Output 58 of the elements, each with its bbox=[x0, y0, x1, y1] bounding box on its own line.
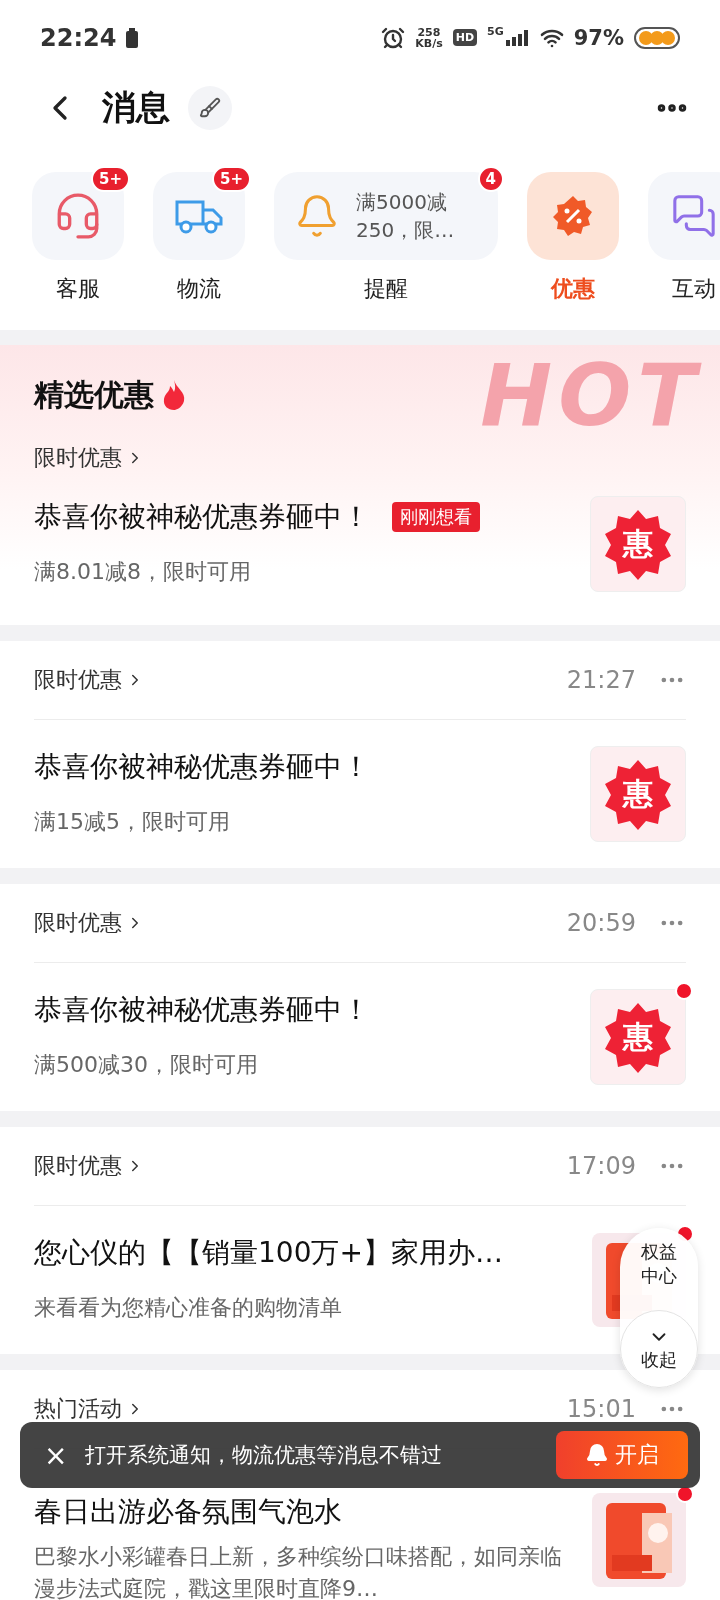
collapse-button[interactable]: 收起 bbox=[620, 1310, 698, 1388]
signal-icon bbox=[505, 29, 530, 46]
network-speed: 258 KB/s bbox=[415, 26, 443, 49]
battery-icon bbox=[126, 27, 139, 48]
count-badge: 5+ bbox=[212, 166, 251, 192]
benefits-label: 权益中心 bbox=[640, 1240, 678, 1288]
category-link[interactable]: 限时优惠 bbox=[34, 908, 144, 938]
network-label: 5G bbox=[487, 25, 504, 38]
category-link[interactable]: 限时优惠 bbox=[34, 1151, 144, 1181]
count-badge: 4 bbox=[477, 166, 504, 192]
page-title: 消息 bbox=[102, 85, 170, 129]
section-title: 精选优惠 bbox=[34, 375, 154, 414]
count-badge: 5+ bbox=[91, 166, 130, 192]
bell-icon bbox=[585, 1443, 609, 1467]
message-title: 您心仪的【【销量100万+】家用办… bbox=[34, 1235, 503, 1271]
starburst-icon bbox=[602, 1001, 674, 1073]
battery-icon bbox=[634, 26, 680, 49]
category-label: 优惠 bbox=[551, 275, 595, 303]
message-subtitle: 满8.01减8，限时可用 bbox=[34, 558, 252, 586]
category-link[interactable]: 限时优惠 bbox=[34, 665, 144, 695]
flame-icon bbox=[162, 380, 186, 410]
message-subtitle: 满500减30，限时可用 bbox=[34, 1051, 259, 1079]
category-label: 互动 bbox=[672, 275, 716, 303]
message-title: 恭喜你被神秘优惠券砸中！ bbox=[34, 992, 370, 1028]
brush-button[interactable] bbox=[188, 85, 232, 130]
starburst-icon bbox=[602, 758, 674, 830]
message-time: 20:59 bbox=[566, 909, 636, 937]
close-button[interactable]: × bbox=[44, 1438, 68, 1472]
message-tag: 刚刚想看 bbox=[392, 502, 480, 532]
alarm-icon bbox=[381, 25, 406, 50]
coupon-label: 惠 bbox=[623, 524, 653, 563]
category-link[interactable]: 热门活动 bbox=[34, 1394, 144, 1424]
message-subtitle: 满15减5，限时可用 bbox=[34, 808, 231, 836]
discount-icon bbox=[551, 194, 595, 238]
message-time: 17:09 bbox=[566, 1152, 636, 1180]
battery-level: 97% bbox=[573, 25, 624, 50]
starburst-icon bbox=[602, 508, 674, 580]
message-title: 恭喜你被神秘优惠券砸中！ bbox=[34, 499, 370, 535]
category-label: 提醒 bbox=[364, 275, 408, 303]
benefits-widget[interactable]: 权益中心 收起 bbox=[620, 1228, 698, 1388]
message-title: 春日出游必备氛围气泡水 bbox=[34, 1494, 342, 1530]
category-label: 物流 bbox=[177, 275, 221, 303]
message-subtitle: 巴黎水小彩罐春日上新，多种缤纷口味搭配，如同亲临漫步法式庭院，戳这里限时直降9… bbox=[34, 1543, 563, 1600]
message-time: 21:27 bbox=[566, 666, 636, 694]
clock: 22:24 bbox=[40, 23, 117, 52]
brush-icon bbox=[199, 96, 221, 119]
message-title: 恭喜你被神秘优惠券砸中！ bbox=[34, 749, 370, 785]
category-label: 客服 bbox=[56, 275, 100, 303]
coupon-label: 惠 bbox=[623, 1017, 653, 1056]
category-tile[interactable] bbox=[527, 172, 619, 260]
message-time: 15:01 bbox=[566, 1395, 636, 1423]
coupon-label: 惠 bbox=[623, 774, 653, 813]
reminder-preview: 满5000减250，限… bbox=[356, 189, 456, 244]
chat-icon bbox=[671, 193, 717, 239]
hd-label: HD bbox=[452, 29, 478, 46]
message-subtitle: 来看看为您精心准备的购物清单 bbox=[34, 1294, 343, 1322]
category-tile[interactable] bbox=[648, 172, 720, 260]
banner-text: 打开系统通知，物流优惠等消息不错过 bbox=[85, 1442, 444, 1469]
